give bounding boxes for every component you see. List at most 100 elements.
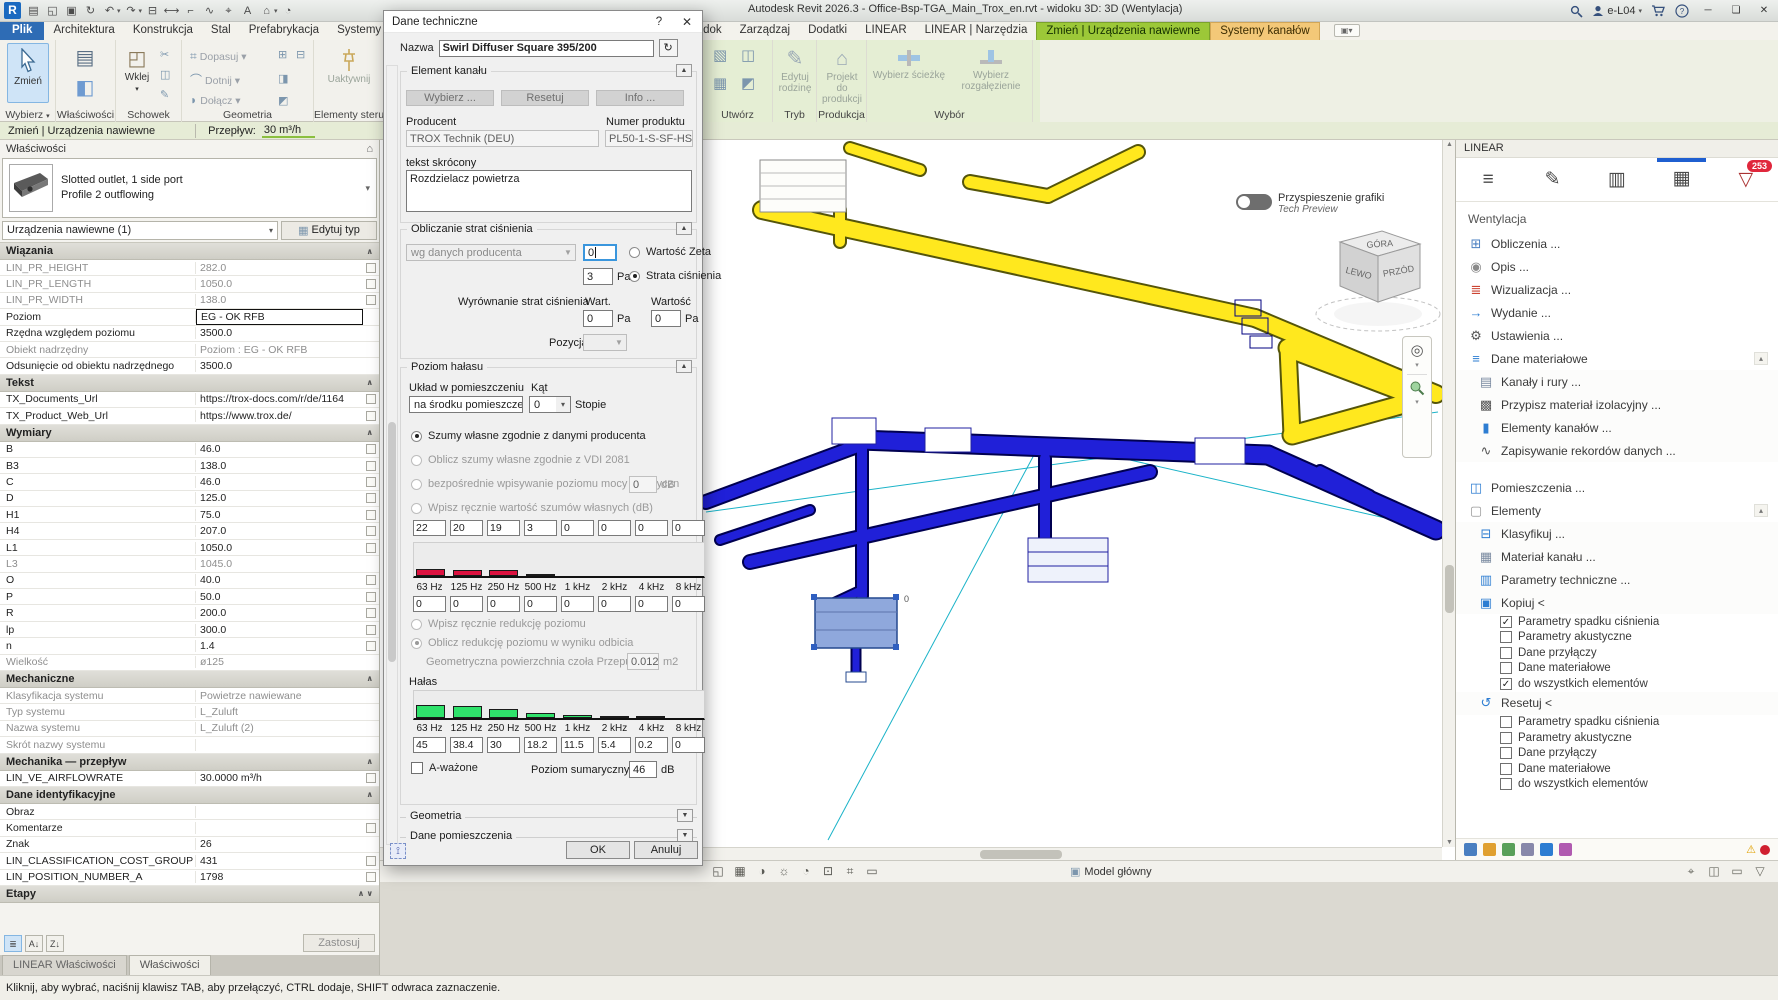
sort-groups-button[interactable]: ≣ bbox=[4, 935, 22, 952]
associate-parameter-button[interactable] bbox=[366, 872, 376, 882]
dialog-close-button[interactable]: ✕ bbox=[672, 15, 702, 29]
layers-icon[interactable] bbox=[1502, 843, 1515, 856]
unlink-icon[interactable]: ⊟ bbox=[296, 48, 305, 61]
reduction-field[interactable]: 0 bbox=[450, 596, 483, 612]
edit-icon[interactable]: ✎ bbox=[1520, 158, 1584, 201]
tab-stal[interactable]: Stal bbox=[202, 22, 240, 40]
linear-item-wydanie[interactable]: →Wydanie ... bbox=[1456, 301, 1778, 324]
acceleration-toggle[interactable] bbox=[1236, 194, 1272, 210]
selected-diffuser[interactable]: 0 bbox=[811, 594, 909, 682]
property-row-lin-ve-airflowrate[interactable]: LIN_VE_AIRFLOWRATE30.0000 m³/h bbox=[0, 771, 379, 787]
scrollbar-thumb[interactable] bbox=[388, 422, 396, 662]
linear-item-zapisywanie-rekordów-danych[interactable]: ∿Zapisywanie rekordów danych ... bbox=[1456, 439, 1778, 462]
similar-icon[interactable]: ▦ bbox=[713, 74, 727, 92]
view-cube[interactable]: GÓRA LEWO PRZÓD bbox=[1310, 222, 1442, 340]
section-mechanika-przepływ[interactable]: Mechanika — przepływ∧ bbox=[0, 754, 379, 771]
tab-linear-narzędzia[interactable]: LINEAR | Narzędzia bbox=[916, 22, 1037, 40]
link-icon[interactable] bbox=[1559, 843, 1572, 856]
reduction-field[interactable]: 0 bbox=[672, 596, 705, 612]
collapse-icon[interactable]: ▴ bbox=[1754, 504, 1768, 517]
shadows-icon[interactable]: ◔ bbox=[798, 864, 814, 879]
chevron-down-icon[interactable]: ▾ bbox=[365, 183, 370, 194]
save-icon[interactable]: ▣ bbox=[63, 3, 80, 19]
properties-icon[interactable]: ▤ bbox=[25, 3, 42, 19]
scrollbar-thumb[interactable] bbox=[1445, 565, 1454, 613]
property-row-n[interactable]: n1.4 bbox=[0, 638, 379, 654]
chevron-down-icon[interactable]: ▾ bbox=[1415, 361, 1419, 369]
filter-icon[interactable]: ▽ bbox=[1752, 864, 1768, 879]
ok-button[interactable]: OK bbox=[566, 841, 630, 859]
result-noise-field[interactable]: 0.2 bbox=[635, 737, 668, 753]
section-dane-identyfikacyjne[interactable]: Dane identyfikacyjne∧ bbox=[0, 787, 379, 804]
scrollbar-thumb[interactable] bbox=[980, 850, 1062, 859]
reduction-field[interactable]: 0 bbox=[413, 596, 446, 612]
linear-item-resetuj[interactable]: ↺Resetuj < bbox=[1456, 692, 1778, 715]
associate-parameter-button[interactable] bbox=[366, 279, 376, 289]
steering-wheel-icon[interactable]: ◎ bbox=[1410, 341, 1423, 359]
issues-icon[interactable]: ▽253 bbox=[1714, 158, 1778, 201]
modify-button[interactable]: Zmień bbox=[7, 43, 49, 103]
linear-item-ustawienia[interactable]: ⚙Ustawienia ... bbox=[1456, 324, 1778, 347]
redo-icon[interactable]: ↷ bbox=[123, 3, 140, 19]
associate-parameter-button[interactable] bbox=[366, 592, 376, 602]
edit-type-button[interactable]: ▦Edytuj typ bbox=[281, 221, 377, 240]
property-row-b3[interactable]: B3138.0 bbox=[0, 458, 379, 474]
dialog-scrollbar[interactable] bbox=[386, 65, 398, 845]
scale-icon[interactable]: ◱ bbox=[710, 864, 726, 879]
dialog-help-button[interactable]: ? bbox=[646, 16, 672, 28]
chevron-down-icon[interactable]: ▾ bbox=[1415, 398, 1419, 406]
own-noise-field[interactable]: 22 bbox=[413, 520, 446, 536]
design-to-fabrication-button[interactable]: ⌂ Projekt do produkcji bbox=[819, 43, 865, 105]
associate-parameter-button[interactable] bbox=[366, 543, 376, 553]
property-row-l3[interactable]: L31045.0 bbox=[0, 556, 379, 572]
property-row-h4[interactable]: H4207.0 bbox=[0, 523, 379, 539]
result-noise-field[interactable]: 0 bbox=[672, 737, 705, 753]
cut-icon[interactable]: ✂ bbox=[160, 48, 169, 61]
link-icon[interactable]: ⊞ bbox=[278, 48, 287, 61]
selection-filter[interactable]: Urządzenia nawiewne (1)▾ bbox=[2, 221, 278, 240]
chevron-down-icon[interactable]: ▾ bbox=[117, 7, 121, 15]
linear-item-przypisz-materiał-izolacyjny[interactable]: ▩Przypisz materiał izolacyjny ... bbox=[1456, 393, 1778, 416]
select-pinned-icon[interactable]: ⌖ bbox=[1683, 864, 1699, 879]
panel-label-geometria[interactable]: Geometria bbox=[182, 109, 313, 121]
close-window-button[interactable]: ✕ bbox=[1754, 2, 1774, 20]
result-noise-field[interactable]: 5.4 bbox=[598, 737, 631, 753]
open-icon[interactable]: ◱ bbox=[44, 3, 61, 19]
linear-item-klasyfikuj[interactable]: ⊟Klasyfikuj ... bbox=[1456, 522, 1778, 545]
section-etapy[interactable]: Etapy∧ ∨ bbox=[0, 886, 379, 903]
panel-label-wlasciwosci[interactable]: Właściwości bbox=[56, 109, 115, 121]
collapse-icon[interactable]: ▴ bbox=[1754, 352, 1768, 365]
linear-item-dane-materiałowe[interactable]: ≡Dane materiałowe▴ bbox=[1456, 347, 1778, 370]
property-row-tx-product-web-url[interactable]: TX_Product_Web_Urlhttps://www.trox.de/ bbox=[0, 408, 379, 424]
spline-icon[interactable]: ∿ bbox=[201, 3, 218, 19]
associate-parameter-button[interactable] bbox=[366, 526, 376, 536]
property-row-typ-systemu[interactable]: Typ systemuL_Zuluft bbox=[0, 704, 379, 720]
short-text-area[interactable]: Rozdzielacz powietrza bbox=[406, 170, 692, 212]
expand-button[interactable]: ▼ bbox=[677, 809, 693, 822]
property-row-skrót-nazwy-systemu[interactable]: Skrót nazwy systemu bbox=[0, 737, 379, 753]
linear-item-elementy-kanałów[interactable]: ▮Elementy kanałów ... bbox=[1456, 416, 1778, 439]
linear-checkbox-dane-przyłączy[interactable]: Dane przyłączy bbox=[1456, 746, 1778, 762]
dialog-button-resetuj[interactable]: Resetuj bbox=[501, 90, 589, 106]
property-row-lin-pr-width[interactable]: LIN_PR_WIDTH138.0 bbox=[0, 293, 379, 309]
linear-checkbox-dane-materiałowe[interactable]: Dane materiałowe bbox=[1456, 661, 1778, 677]
settings-icon[interactable] bbox=[1540, 843, 1553, 856]
reduction-field[interactable]: 0 bbox=[598, 596, 631, 612]
linear-item-elementy[interactable]: ▢Elementy▴ bbox=[1456, 499, 1778, 522]
linear-checkbox-parametry-akustyczne[interactable]: Parametry akustyczne bbox=[1456, 630, 1778, 646]
sort-asc-button[interactable]: A↓ bbox=[25, 935, 43, 952]
demolish-icon[interactable]: ◩ bbox=[278, 94, 288, 107]
own-noise-field[interactable]: 0 bbox=[672, 520, 705, 536]
account-menu[interactable]: e-L04 ▾ bbox=[1592, 5, 1642, 17]
sync-icon[interactable]: ↻ bbox=[82, 3, 99, 19]
result-noise-field[interactable]: 30 bbox=[487, 737, 520, 753]
dialog-button-wybierz[interactable]: Wybierz ... bbox=[406, 90, 494, 106]
tab-zarządzaj[interactable]: Zarządzaj bbox=[731, 22, 800, 40]
associate-parameter-button[interactable] bbox=[366, 411, 376, 421]
property-row-komentarze[interactable]: Komentarze bbox=[0, 820, 379, 836]
match-type-icon[interactable]: ✎ bbox=[160, 88, 169, 101]
result-noise-field[interactable]: 18.2 bbox=[524, 737, 557, 753]
apply-button[interactable]: Zastosuj bbox=[303, 934, 375, 952]
sync-icon[interactable] bbox=[1483, 843, 1496, 856]
pressure-loss-input[interactable]: 3 bbox=[583, 268, 613, 285]
